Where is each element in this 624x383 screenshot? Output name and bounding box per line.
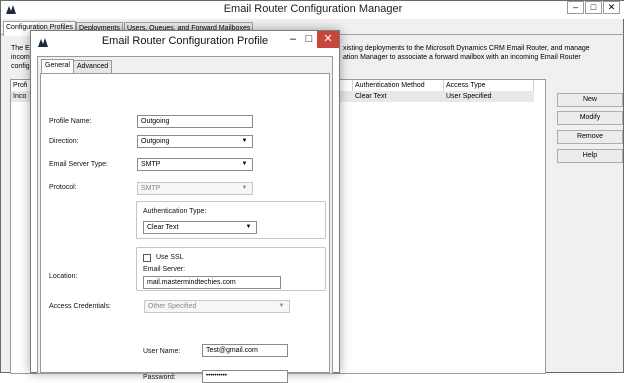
new-button[interactable]: New [557, 93, 623, 107]
direction-select[interactable]: Outgoing ▼ [137, 135, 253, 148]
direction-label: Direction: [49, 138, 79, 145]
access-credentials-label: Access Credentials: [49, 303, 111, 310]
cell-access-type: User Specified [444, 91, 534, 102]
use-ssl-label: Use SSL [156, 254, 184, 261]
email-server-type-label: Email Server Type: [49, 161, 109, 168]
direction-value: Outgoing [141, 138, 170, 145]
email-server-label: Email Server: [143, 266, 186, 273]
general-tab-page: Profile Name: Outgoing Direction: Outgoi… [40, 73, 330, 383]
dialog-close-button[interactable]: ✕ [317, 31, 339, 48]
dialog-body: General Advanced Profile Name: Outgoing … [37, 56, 333, 383]
remove-button[interactable]: Remove [557, 130, 623, 144]
chevron-down-icon: ▼ [241, 161, 248, 167]
chevron-down-icon: ▼ [241, 138, 248, 144]
user-name-input[interactable]: Test@gmail.com [202, 344, 288, 357]
email-server-input[interactable]: mail.mastermindtechies.com [143, 276, 281, 289]
email-server-type-select[interactable]: SMTP ▼ [137, 158, 253, 171]
authentication-type-value: Clear Text [147, 224, 179, 231]
configuration-profile-dialog: Email Router Configuration Profile – □ ✕… [30, 30, 340, 383]
description-line: The E [11, 45, 30, 52]
description-line: ation Manager to associate a forward mai… [343, 54, 581, 61]
protocol-label: Protocol: [49, 184, 77, 191]
location-groupbox: Use SSL Email Server: mail.mastermindtec… [136, 247, 326, 291]
dialog-maximize-button[interactable]: □ [301, 31, 317, 48]
chevron-down-icon: ▼ [278, 303, 285, 309]
description-line: xisting deployments to the Microsoft Dyn… [343, 45, 590, 52]
authentication-type-label: Authentication Type: [143, 208, 207, 215]
authentication-type-select[interactable]: Clear Text ▼ [143, 221, 257, 234]
dialog-minimize-button[interactable]: – [285, 31, 301, 48]
description-line: incom [11, 54, 30, 61]
user-name-label: User Name: [143, 348, 181, 355]
manager-title: Email Router Configuration Manager [223, 3, 403, 15]
help-button[interactable]: Help [557, 149, 623, 163]
manager-titlebar: Email Router Configuration Manager – □ ✕ [1, 1, 624, 19]
profile-name-label: Profile Name: [49, 118, 92, 125]
password-input[interactable]: •••••••••• [202, 370, 288, 383]
protocol-value: SMTP [141, 185, 161, 192]
password-label: Password: [143, 374, 176, 381]
profile-name-input[interactable]: Outgoing [137, 115, 253, 128]
manager-description-left: The E incom config [11, 44, 30, 71]
manager-description-right: xisting deployments to the Microsoft Dyn… [343, 44, 590, 62]
tab-general[interactable]: General [41, 59, 74, 74]
use-ssl-checkbox[interactable] [143, 254, 151, 262]
manager-close-button[interactable]: ✕ [603, 1, 620, 14]
tab-advanced[interactable]: Advanced [73, 60, 113, 73]
access-credentials-select: Other Specified ▼ [144, 300, 290, 313]
column-header-authentication-method[interactable]: Authentication Method [353, 80, 444, 91]
email-server-type-value: SMTP [141, 161, 161, 168]
manager-maximize-button[interactable]: □ [585, 1, 602, 14]
column-header-access-type[interactable]: Access Type [444, 80, 534, 91]
dialog-titlebar: Email Router Configuration Profile – □ ✕ [31, 31, 339, 51]
protocol-select: SMTP ▼ [137, 182, 253, 195]
description-line: config [11, 63, 30, 70]
modify-button[interactable]: Modify [557, 111, 623, 125]
authentication-groupbox: Authentication Type: Clear Text ▼ [136, 201, 326, 239]
manager-minimize-button[interactable]: – [567, 1, 584, 14]
access-credentials-value: Other Specified [148, 303, 197, 310]
location-label: Location: [49, 273, 78, 280]
chevron-down-icon: ▼ [241, 185, 248, 191]
chevron-down-icon: ▼ [245, 224, 252, 230]
cell-authentication-method: Clear Text [353, 91, 444, 102]
